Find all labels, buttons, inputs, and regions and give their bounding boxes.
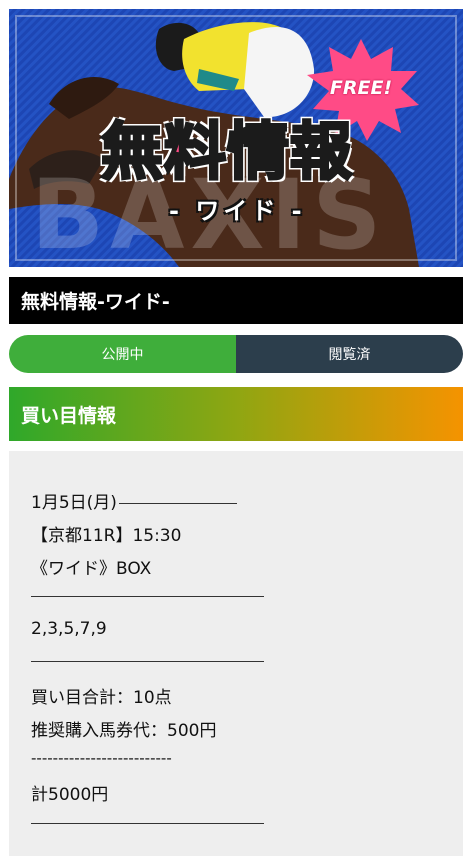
page-title: 無料情報-ワイド- xyxy=(21,291,170,313)
total-points: 買い目合計：10点 xyxy=(31,688,172,708)
bet-type: 《ワイド》BOX xyxy=(31,559,152,579)
total-cost: 計5000円 xyxy=(31,785,109,805)
tab-viewed[interactable]: 閲覧済 xyxy=(236,335,463,373)
race-date: 1月5日(月) xyxy=(31,488,237,513)
horse-numbers: 2,3,5,7,9 xyxy=(31,619,107,639)
divider xyxy=(31,661,264,662)
free-badge-label: FREE! xyxy=(329,77,393,99)
date-rule xyxy=(118,502,237,504)
recommended-stake: 推奨購入馬券代：500円 xyxy=(31,721,217,741)
divider xyxy=(31,823,264,824)
section-title: 買い目情報 xyxy=(21,404,117,427)
tips-content: 1月5日(月) 【京都11R】15:30 《ワイド》BOX 2,3,5,7,9 … xyxy=(9,451,463,856)
section-header: 買い目情報 xyxy=(9,387,463,441)
race-date-text: 1月5日(月) xyxy=(31,493,117,513)
dashed-divider: -------------------------- xyxy=(31,749,172,767)
banner-title: 無料情報 xyxy=(99,114,354,190)
page-title-bar: 無料情報-ワイド- xyxy=(9,277,463,324)
tab-published[interactable]: 公開中 xyxy=(9,335,236,373)
race-info: 【京都11R】15:30 xyxy=(31,526,182,546)
status-tabs: 公開中 閲覧済 xyxy=(9,335,463,373)
hero-banner: BAXIS FREE! 無料情報 - ワイド - xyxy=(9,9,463,267)
divider xyxy=(31,596,264,597)
banner-subtitle: - ワイド - xyxy=(169,197,306,225)
